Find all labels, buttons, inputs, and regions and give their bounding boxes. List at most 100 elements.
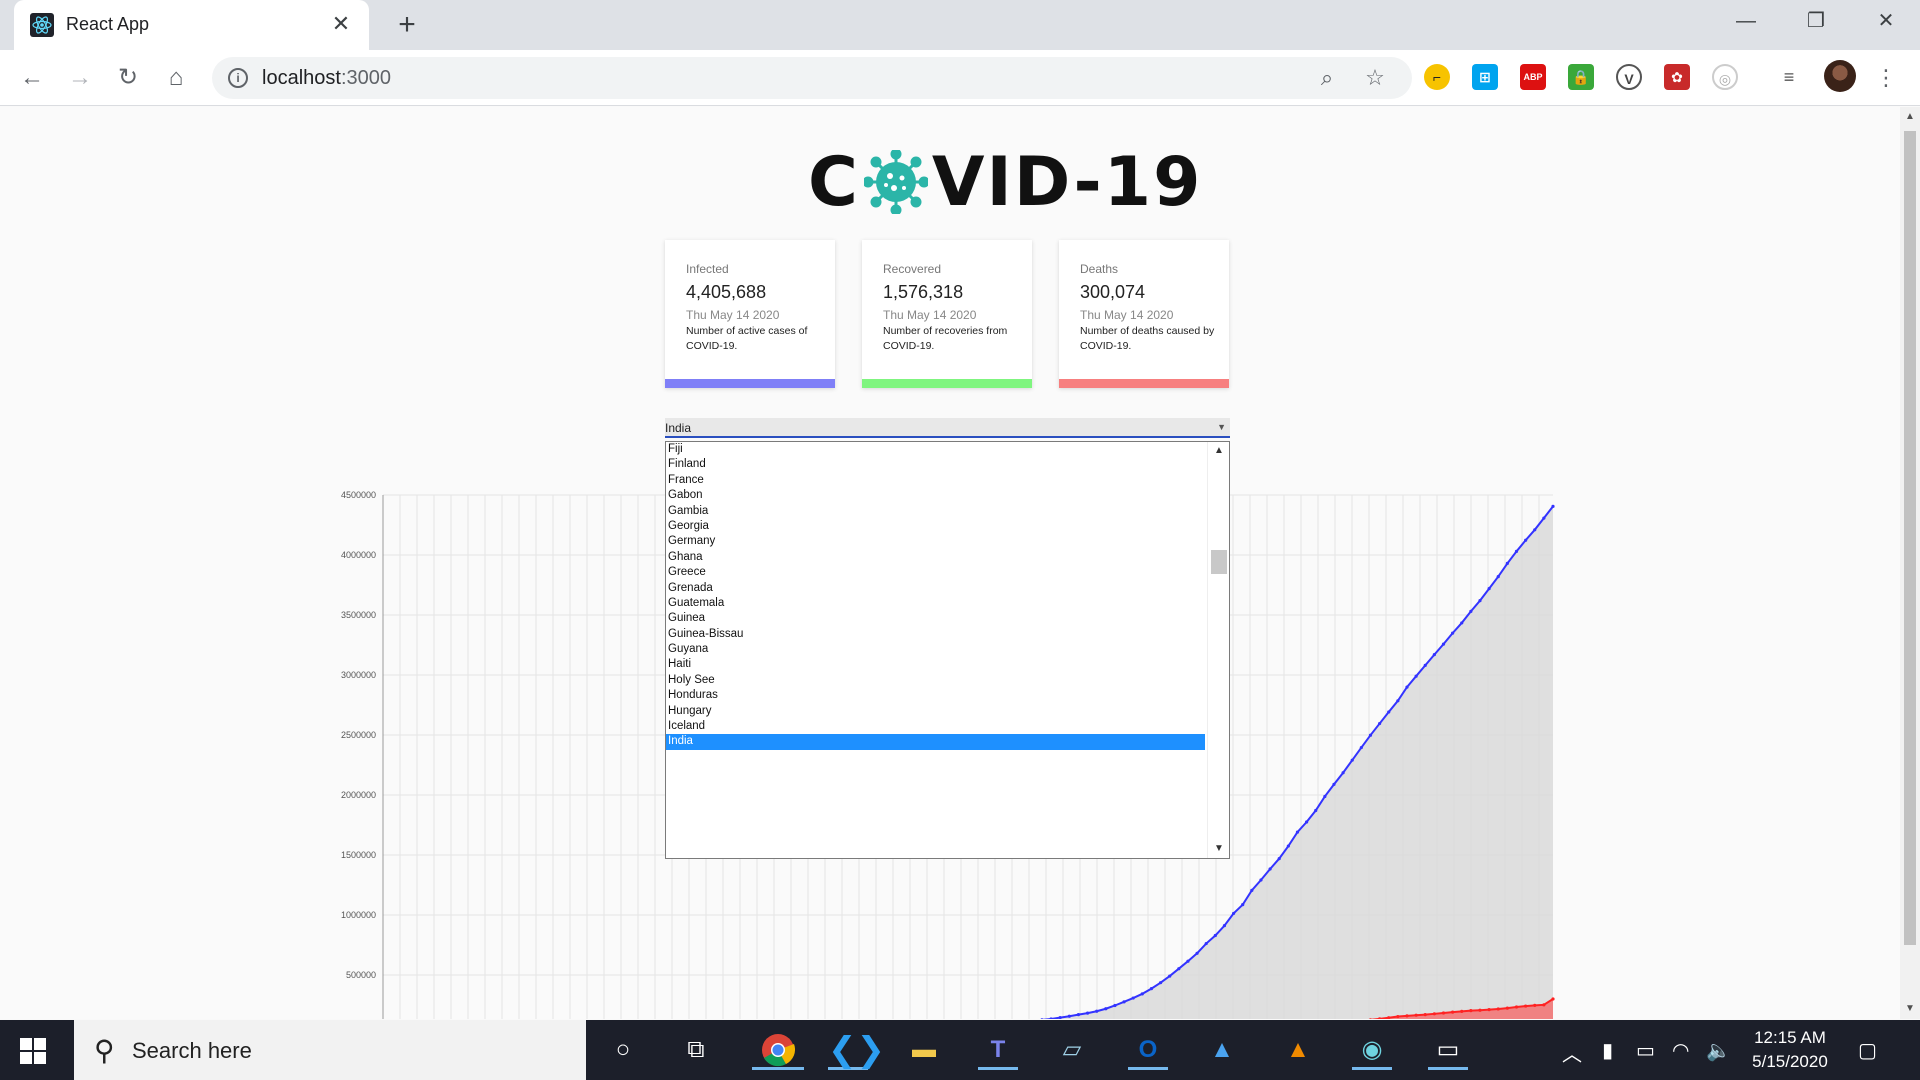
data-point (1295, 830, 1300, 834)
extension-circle-icon[interactable]: ◎ (1712, 64, 1738, 90)
forward-icon[interactable]: → (62, 60, 98, 96)
cortana-icon[interactable]: ○ (603, 1030, 643, 1070)
country-option[interactable]: Haiti (666, 657, 1205, 672)
data-point (1231, 911, 1236, 916)
task-view-icon[interactable]: ⧉ (676, 1030, 716, 1070)
browser-app-icon[interactable]: ◉ (1352, 1030, 1392, 1070)
data-point (1332, 782, 1336, 786)
country-option[interactable]: Guinea-Bissau (666, 627, 1205, 642)
windows-start-icon[interactable] (20, 1038, 46, 1064)
vlc-icon[interactable]: ▲ (1278, 1030, 1318, 1070)
home-icon[interactable]: ⌂ (158, 60, 194, 96)
new-tab-button[interactable]: + (390, 8, 424, 42)
dropdown-scroll-thumb[interactable] (1211, 550, 1227, 574)
tab-close-icon[interactable]: ✕ (327, 10, 355, 38)
country-option[interactable]: Gambia (666, 504, 1205, 519)
data-point (1460, 1009, 1464, 1013)
media-control-icon[interactable]: ≡ (1776, 64, 1802, 90)
country-option[interactable]: Hungary (666, 704, 1205, 719)
teams-icon[interactable]: T (978, 1030, 1018, 1070)
extension-windows-icon[interactable]: ⊞ (1472, 64, 1498, 90)
page-scrollbar[interactable]: ▲ ▼ (1900, 107, 1920, 1019)
page-scroll-thumb[interactable] (1904, 131, 1916, 945)
data-point (1487, 1008, 1491, 1012)
data-point (1460, 621, 1464, 625)
photos-icon[interactable]: ▲ (1202, 1030, 1242, 1070)
country-dropdown-list[interactable]: Fiji Finland France Gabon Gambia Georgia Germa… (665, 441, 1230, 859)
country-option[interactable]: Ghana (666, 550, 1205, 565)
back-icon[interactable]: ← (14, 60, 50, 96)
country-option[interactable]: Honduras (666, 688, 1205, 703)
taskbar-clock[interactable]: 12:15 AM 5/15/2020 (1740, 1026, 1840, 1074)
extension-lock-icon[interactable]: 🔒 (1568, 64, 1594, 90)
reload-icon[interactable]: ↻ (110, 60, 146, 96)
y-tick-label: 4000000 (341, 550, 376, 560)
scroll-up-icon[interactable]: ▲ (1900, 107, 1920, 127)
outlook-icon[interactable]: O (1128, 1030, 1168, 1070)
scroll-down-icon[interactable]: ▼ (1900, 999, 1920, 1019)
extension-v-icon[interactable]: V (1616, 64, 1642, 90)
chevron-up-icon[interactable]: ︿ (1562, 1038, 1582, 1067)
microphone-icon[interactable]: ▮ (1602, 1038, 1613, 1063)
card-description: Number of recoveries from COVID-19. (883, 325, 1008, 352)
zoom-icon[interactable]: ⌕ (1312, 63, 1342, 93)
country-option[interactable]: Gabon (666, 488, 1205, 503)
url-text: localhost:3000 (262, 67, 391, 89)
file-explorer-icon[interactable]: ▬ (904, 1030, 944, 1070)
chrome-icon[interactable] (752, 1030, 804, 1070)
data-point (1378, 721, 1382, 726)
country-option[interactable]: Germany (666, 534, 1205, 549)
scroll-up-icon[interactable]: ▲ (1208, 442, 1229, 460)
country-option[interactable]: Greece (666, 565, 1205, 580)
notification-icon[interactable]: ▢ (1858, 1038, 1877, 1063)
data-point (1304, 820, 1309, 824)
country-option[interactable]: Grenada (666, 581, 1205, 596)
close-window-button[interactable]: ✕ (1862, 5, 1910, 37)
extension-adblock-icon[interactable]: ABP (1520, 64, 1546, 90)
y-tick-label: 3500000 (341, 610, 376, 620)
vscode-icon[interactable]: ❮❯ (828, 1030, 885, 1070)
country-option[interactable]: Fiji (666, 442, 1205, 457)
country-option[interactable]: Finland (666, 457, 1205, 472)
volume-icon[interactable]: 🔈 (1706, 1038, 1731, 1063)
country-option[interactable]: Guinea (666, 611, 1205, 626)
browser-tab[interactable]: React App ✕ (14, 0, 369, 50)
tab-title: React App (66, 14, 150, 34)
data-point (1414, 674, 1418, 678)
site-info-icon[interactable]: i (228, 68, 248, 88)
extension-glasses-icon[interactable]: ⌐ (1424, 64, 1450, 90)
extension-screenshot-icon[interactable]: ✿ (1664, 64, 1690, 90)
country-option[interactable]: Iceland (666, 719, 1205, 734)
country-option[interactable]: Guyana (666, 642, 1205, 657)
bookmark-star-icon[interactable]: ☆ (1360, 63, 1390, 93)
country-option[interactable]: Georgia (666, 519, 1205, 534)
covid-logo: C VID-19 (808, 143, 1202, 222)
restore-button[interactable]: ❐ (1792, 5, 1840, 37)
country-option[interactable]: France (666, 473, 1205, 488)
search-placeholder: Search here (132, 1038, 252, 1063)
data-point (1478, 1008, 1482, 1012)
wifi-icon[interactable]: ◠ (1672, 1038, 1689, 1063)
battery-icon[interactable]: ▭ (1636, 1038, 1655, 1063)
terminal-icon[interactable]: ▭ (1428, 1030, 1468, 1070)
taskbar-search-box[interactable]: ⚲ Search here (74, 1020, 586, 1080)
data-point (1514, 1005, 1519, 1009)
country-option[interactable]: India (666, 734, 1205, 750)
dropdown-scrollbar[interactable]: ▲ ▼ (1207, 442, 1229, 858)
country-option[interactable]: Guatemala (666, 596, 1205, 611)
card-label: Deaths (1080, 262, 1119, 276)
country-option[interactable]: Holy See (666, 673, 1205, 688)
data-point (1542, 1003, 1546, 1007)
deaths-card: Deaths 300,074 Thu May 14 2020 Number of… (1059, 240, 1229, 388)
address-bar[interactable]: i localhost:3000 ⌕ ☆ (212, 57, 1412, 99)
country-select[interactable]: India ▼ (665, 418, 1230, 438)
profile-avatar[interactable] (1824, 60, 1856, 92)
data-point (1140, 992, 1144, 996)
notes-app-icon[interactable]: ▱ (1052, 1030, 1092, 1070)
data-point (1359, 745, 1363, 750)
minimize-button[interactable]: — (1722, 5, 1770, 37)
data-point (1286, 844, 1290, 848)
scroll-down-icon[interactable]: ▼ (1208, 840, 1229, 858)
data-point (1542, 516, 1546, 520)
menu-kebab-icon[interactable]: ⋮ (1868, 60, 1904, 96)
